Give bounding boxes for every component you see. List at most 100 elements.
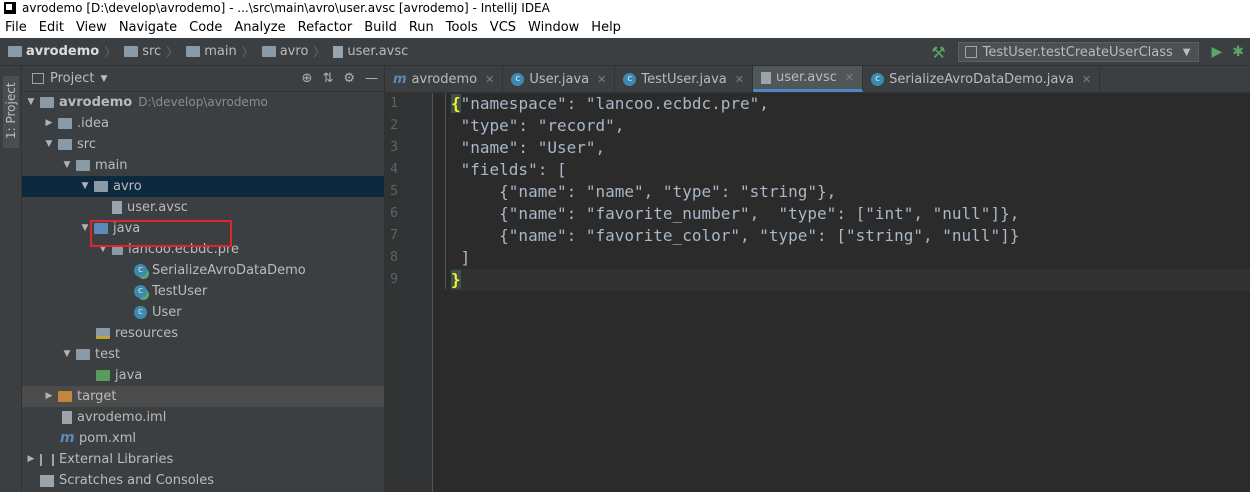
- hide-icon[interactable]: —: [365, 71, 378, 86]
- chevron-right-icon: 〉: [104, 45, 117, 59]
- expand-arrow-icon[interactable]: ▼: [44, 134, 54, 155]
- tree-item-testuser[interactable]: c TestUser: [22, 281, 384, 302]
- tree-item-iml[interactable]: avrodemo.iml: [22, 407, 384, 428]
- fold-guide: [445, 93, 446, 289]
- line-number: 1: [390, 96, 398, 111]
- tab-testuser-java[interactable]: c TestUser.java ✕: [615, 66, 753, 92]
- tree-item-target[interactable]: ▶ target: [22, 386, 384, 407]
- menu-analyze[interactable]: Analyze: [229, 20, 292, 35]
- menu-file[interactable]: File: [0, 20, 34, 35]
- tab-user-avsc[interactable]: user.avsc ✕: [752, 66, 864, 92]
- menu-view[interactable]: View: [71, 20, 114, 35]
- code-line-current: }: [451, 269, 1250, 291]
- java-class-icon: c: [623, 72, 637, 86]
- tree-item-label: user.avsc: [127, 200, 188, 215]
- code-line: {"name": "favorite_number", "type": ["in…: [451, 204, 1020, 223]
- line-number: 4: [390, 162, 398, 177]
- tree-item-resources[interactable]: resources: [22, 323, 384, 344]
- java-class-icon: c: [134, 306, 147, 319]
- tree-item-java[interactable]: ▼ java: [22, 218, 384, 239]
- build-hammer-icon[interactable]: ⚒: [931, 43, 945, 62]
- breadcrumb-item[interactable]: avrodemo 〉: [0, 43, 116, 60]
- collapse-arrow-icon[interactable]: ▶: [44, 386, 54, 407]
- tree-item-label: resources: [115, 326, 179, 341]
- tree-item-label: User: [152, 305, 182, 320]
- maven-icon: m: [393, 71, 407, 87]
- run-config-dropdown[interactable]: TestUser.testCreateUserClass ▼: [957, 42, 1200, 62]
- tab-avrodemo[interactable]: m avrodemo ✕: [385, 66, 504, 92]
- close-icon[interactable]: ✕: [845, 71, 854, 84]
- tree-item-idea[interactable]: ▶ .idea: [22, 113, 384, 134]
- tree-item-label: .idea: [77, 116, 109, 131]
- expand-arrow-icon[interactable]: ▼: [26, 92, 36, 113]
- tree-item-src[interactable]: ▼ src: [22, 134, 384, 155]
- chevron-down-icon[interactable]: ▼: [100, 74, 107, 84]
- matched-brace: }: [451, 270, 461, 289]
- collapse-arrow-icon[interactable]: ▶: [44, 113, 54, 134]
- collapse-all-icon[interactable]: ⇅: [322, 71, 333, 86]
- tree-item-scratches[interactable]: Scratches and Consoles: [22, 470, 384, 491]
- project-view-selector[interactable]: Project: [50, 71, 94, 86]
- code-lines[interactable]: {"namespace": "lancoo.ecbdc.pre", "type"…: [451, 93, 1250, 291]
- folder-icon: [186, 46, 201, 57]
- menu-code[interactable]: Code: [184, 20, 229, 35]
- code-line: "type": "record",: [451, 116, 625, 135]
- code-line: "fields": [: [451, 160, 567, 179]
- tree-item-package[interactable]: ▼ lancoo.ecbdc.pre: [22, 239, 384, 260]
- tree-item-external-libraries[interactable]: ▶ External Libraries: [22, 449, 384, 470]
- code-area[interactable]: 1 2 3 4 5 6 7 8 9 {"namespace": "lancoo.…: [385, 93, 1250, 492]
- menu-navigate[interactable]: Navigate: [114, 20, 184, 35]
- tree-item-avrodemo[interactable]: ▼ avrodemo D:\develop\avrodemo: [22, 92, 384, 113]
- editor: m avrodemo ✕ c User.java ✕ c TestUser.ja…: [385, 66, 1250, 492]
- tab-user-java[interactable]: c User.java ✕: [503, 66, 616, 92]
- tab-serialize-demo[interactable]: c SerializeAvroDataDemo.java ✕: [863, 66, 1101, 92]
- tree-item-pom[interactable]: m pom.xml: [22, 428, 384, 449]
- gear-icon[interactable]: ⚙: [343, 71, 355, 86]
- run-icon[interactable]: ▶: [1211, 44, 1222, 60]
- expand-arrow-icon[interactable]: ▼: [98, 239, 108, 260]
- collapse-arrow-icon[interactable]: ▶: [26, 449, 36, 470]
- tree-item-user-avsc[interactable]: user.avsc: [22, 197, 384, 218]
- breadcrumb-item[interactable]: avro 〉: [254, 43, 326, 60]
- project-tool-tab[interactable]: 1: Project: [3, 76, 19, 148]
- tree-item-serialize-demo[interactable]: c SerializeAvroDataDemo: [22, 260, 384, 281]
- close-icon[interactable]: ✕: [597, 73, 606, 86]
- breadcrumb-item[interactable]: src 〉: [116, 43, 178, 60]
- line-number: 9: [390, 272, 398, 287]
- close-icon[interactable]: ✕: [1082, 73, 1091, 86]
- expand-arrow-icon[interactable]: ▼: [62, 344, 72, 365]
- tree-item-avro[interactable]: ▼ avro: [22, 176, 384, 197]
- menu-run[interactable]: Run: [404, 20, 441, 35]
- close-icon[interactable]: ✕: [735, 73, 744, 86]
- menu-edit[interactable]: Edit: [34, 20, 71, 35]
- chevron-right-icon: 〉: [313, 45, 326, 59]
- locate-icon[interactable]: ⊕: [302, 71, 313, 86]
- tree-item-label: avro: [113, 179, 142, 194]
- folder-icon: [124, 46, 139, 57]
- java-class-icon: c: [134, 264, 147, 277]
- tree-item-user[interactable]: c User: [22, 302, 384, 323]
- chevron-down-icon: ▼: [1182, 46, 1191, 58]
- title-bar: avrodemo [D:\develop\avrodemo] - ...\src…: [0, 0, 1250, 16]
- breadcrumb-item[interactable]: user.avsc: [325, 44, 408, 59]
- file-icon: [112, 201, 122, 214]
- menu-refactor[interactable]: Refactor: [293, 20, 360, 35]
- menu-window[interactable]: Window: [523, 20, 586, 35]
- tree-item-test[interactable]: ▼ test: [22, 344, 384, 365]
- module-file-icon: [62, 411, 72, 424]
- folder-icon: [76, 160, 90, 171]
- expand-arrow-icon[interactable]: ▼: [62, 155, 72, 176]
- tree-item-label: External Libraries: [59, 452, 174, 467]
- menu-help[interactable]: Help: [586, 20, 628, 35]
- expand-arrow-icon[interactable]: ▼: [80, 176, 90, 197]
- close-icon[interactable]: ✕: [485, 73, 494, 86]
- menu-vcs[interactable]: VCS: [485, 20, 523, 35]
- tree-item-main[interactable]: ▼ main: [22, 155, 384, 176]
- tree-item-test-java[interactable]: java: [22, 365, 384, 386]
- project-folder-icon: [8, 46, 22, 57]
- breadcrumb-item[interactable]: main 〉: [178, 43, 254, 60]
- expand-arrow-icon[interactable]: ▼: [80, 218, 90, 239]
- debug-icon[interactable]: ✱: [1232, 44, 1244, 60]
- menu-build[interactable]: Build: [359, 20, 404, 35]
- menu-tools[interactable]: Tools: [441, 20, 485, 35]
